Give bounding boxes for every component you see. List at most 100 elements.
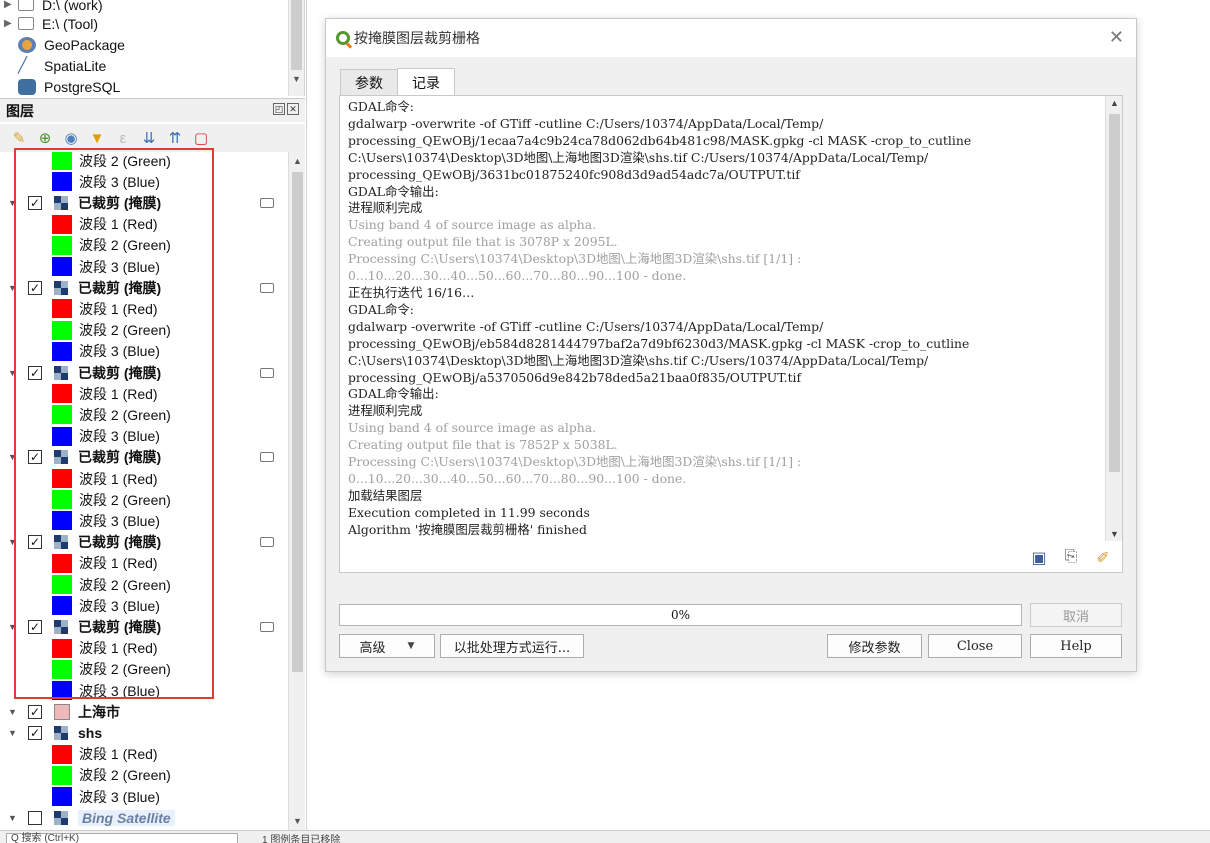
layer-item-raster[interactable]: ▼ ✓ 已裁剪 (掩膜) — [0, 277, 288, 298]
layer-indicator-icon[interactable] — [260, 282, 274, 293]
copy-log-icon[interactable]: ⎘ — [1062, 548, 1080, 568]
advanced-button[interactable]: 高级 ▼ — [339, 634, 435, 658]
close-button[interactable]: Close — [928, 634, 1022, 658]
collapse-all-icon[interactable]: ⇈ — [166, 129, 184, 147]
layer-visibility-checkbox[interactable]: ✓ — [28, 365, 42, 380]
scroll-down-arrow-icon[interactable]: ▼ — [292, 74, 301, 84]
log-line: GDAL命令输出: — [348, 386, 439, 402]
locator-search-input[interactable]: Q 搜索 (Ctrl+K) — [6, 833, 238, 843]
scroll-down-arrow-icon[interactable]: ▼ — [1110, 529, 1119, 539]
add-group-icon[interactable]: ⊕ — [36, 129, 54, 147]
legend-band-item[interactable]: 波段 3 (Blue) — [0, 680, 288, 701]
tab-parameters[interactable]: 参数 — [340, 69, 398, 96]
layer-item-raster[interactable]: ▼ ✓ 已裁剪 (掩膜) — [0, 447, 288, 468]
close-icon[interactable]: ✕ — [1109, 27, 1124, 48]
float-panel-icon[interactable]: ◰ — [273, 103, 285, 115]
expand-all-icon[interactable]: ⇊ — [140, 129, 158, 147]
remove-layer-icon[interactable]: ▢ — [192, 129, 210, 147]
layer-item-raster[interactable]: ▼ ✓ shs — [0, 722, 288, 743]
browser-item-spatialite[interactable]: ╱ SpatiaLite — [4, 55, 106, 76]
visibility-eye-icon[interactable]: ◉ — [62, 129, 80, 147]
layer-visibility-checkbox[interactable]: ✓ — [28, 450, 42, 465]
layer-visibility-checkbox[interactable]: ✓ — [28, 280, 42, 295]
log-scrollbar[interactable]: ▲ ▼ — [1105, 96, 1122, 541]
legend-band-item[interactable]: 波段 2 (Green) — [0, 659, 288, 680]
help-button[interactable]: Help — [1030, 634, 1122, 658]
layer-item-raster[interactable]: ▼ Bing Satellite — [0, 807, 288, 828]
collapse-arrow-icon[interactable]: ▼ — [8, 283, 17, 293]
collapse-arrow-icon[interactable]: ▼ — [8, 707, 17, 717]
layer-indicator-icon[interactable] — [260, 367, 274, 378]
scroll-down-arrow-icon[interactable]: ▼ — [293, 816, 302, 826]
scrollbar-thumb[interactable] — [1109, 114, 1120, 472]
legend-band-item[interactable]: 波段 2 (Green) — [0, 489, 288, 510]
legend-band-item[interactable]: 波段 1 (Red) — [0, 744, 288, 765]
legend-band-item[interactable]: 波段 3 (Blue) — [0, 256, 288, 277]
collapse-arrow-icon[interactable]: ▼ — [8, 537, 17, 547]
layer-indicator-icon[interactable] — [260, 452, 274, 463]
legend-band-item[interactable]: 波段 2 (Green) — [0, 765, 288, 786]
band-color-swatch — [52, 152, 72, 170]
legend-band-item[interactable]: 波段 2 (Green) — [0, 404, 288, 425]
legend-band-item[interactable]: 波段 1 (Red) — [0, 298, 288, 319]
legend-band-item[interactable]: 波段 2 (Green) — [0, 235, 288, 256]
legend-band-item[interactable]: 波段 3 (Blue) — [0, 171, 288, 192]
tab-log[interactable]: 记录 — [397, 68, 455, 96]
collapse-arrow-icon[interactable]: ▼ — [8, 813, 17, 823]
legend-band-item[interactable]: 波段 1 (Red) — [0, 383, 288, 404]
layer-indicator-icon[interactable] — [260, 537, 274, 548]
legend-band-item[interactable]: 波段 1 (Red) — [0, 214, 288, 235]
log-line: Processing C:\Users\10374\Desktop\3D地图\上… — [348, 251, 802, 267]
layer-item-raster[interactable]: ▼ ✓ 已裁剪 (掩膜) — [0, 532, 288, 553]
legend-band-item[interactable]: 波段 1 (Red) — [0, 638, 288, 659]
layers-scrollbar[interactable]: ▲ ▼ — [288, 152, 305, 830]
browser-item-postgresql[interactable]: PostgreSQL — [4, 76, 120, 96]
layer-visibility-checkbox[interactable]: ✓ — [28, 619, 42, 634]
legend-band-item[interactable]: 波段 3 (Blue) — [0, 341, 288, 362]
layer-visibility-checkbox[interactable] — [28, 810, 42, 825]
clear-log-icon[interactable]: ✐ — [1094, 548, 1112, 568]
collapse-arrow-icon[interactable]: ▼ — [8, 198, 17, 208]
scroll-up-arrow-icon[interactable]: ▲ — [1110, 98, 1119, 108]
legend-band-item[interactable]: 波段 3 (Blue) — [0, 595, 288, 616]
collapse-arrow-icon[interactable]: ▼ — [8, 368, 17, 378]
batch-process-button[interactable]: 以批处理方式运行... — [440, 634, 584, 658]
legend-band-item[interactable]: 波段 3 (Blue) — [0, 510, 288, 531]
browser-scrollbar[interactable]: ▼ — [288, 0, 304, 96]
legend-band-item[interactable]: 波段 3 (Blue) — [0, 786, 288, 807]
save-log-icon[interactable]: ▣ — [1030, 548, 1048, 568]
browser-item-geopackage[interactable]: GeoPackage — [4, 34, 125, 55]
layer-visibility-checkbox[interactable]: ✓ — [28, 195, 42, 210]
layer-indicator-icon[interactable] — [260, 197, 274, 208]
legend-band-item[interactable]: 波段 1 (Red) — [0, 553, 288, 574]
expand-arrow-icon[interactable]: ▶ — [4, 0, 18, 10]
filter-legend-icon[interactable]: ▼ — [88, 130, 106, 147]
layer-visibility-checkbox[interactable]: ✓ — [28, 704, 42, 719]
modify-parameters-button[interactable]: 修改参数 — [827, 634, 922, 658]
expand-arrow-icon[interactable]: ▶ — [4, 18, 18, 29]
legend-band-item[interactable]: 波段 2 (Green) — [0, 320, 288, 341]
legend-band-item[interactable]: 波段 1 (Red) — [0, 468, 288, 489]
scrollbar-thumb[interactable] — [291, 0, 302, 70]
close-panel-icon[interactable]: ✕ — [287, 103, 299, 115]
browser-item-e-drive[interactable]: ▶ E:\ (Tool) — [4, 13, 98, 34]
layer-indicator-icon[interactable] — [260, 621, 274, 632]
legend-band-item[interactable]: 波段 3 (Blue) — [0, 426, 288, 447]
layer-visibility-checkbox[interactable]: ✓ — [28, 725, 42, 740]
legend-band-item[interactable]: 波段 2 (Green) — [0, 574, 288, 595]
scrollbar-thumb[interactable] — [292, 172, 303, 672]
layer-item-raster[interactable]: ▼ ✓ 已裁剪 (掩膜) — [0, 616, 288, 637]
collapse-arrow-icon[interactable]: ▼ — [8, 622, 17, 632]
collapse-arrow-icon[interactable]: ▼ — [8, 452, 17, 462]
style-layer-icon[interactable]: ✎ — [10, 129, 28, 147]
log-text[interactable]: GDAL命令: gdalwarp -overwrite -of GTiff -cu… — [348, 99, 1104, 541]
layer-item-raster[interactable]: ▼ ✓ 已裁剪 (掩膜) — [0, 362, 288, 383]
cancel-button[interactable]: 取消 — [1030, 603, 1122, 627]
layer-item-vector[interactable]: ▼ ✓ 上海市 — [0, 701, 288, 722]
layer-item-raster[interactable]: ▼ ✓ 已裁剪 (掩膜) — [0, 192, 288, 213]
legend-band-item[interactable]: 波段 2 (Green) — [0, 152, 288, 171]
filter-expression-icon[interactable]: ε — [114, 130, 132, 147]
collapse-arrow-icon[interactable]: ▼ — [8, 728, 17, 738]
scroll-up-arrow-icon[interactable]: ▲ — [293, 156, 302, 166]
layer-visibility-checkbox[interactable]: ✓ — [28, 535, 42, 550]
